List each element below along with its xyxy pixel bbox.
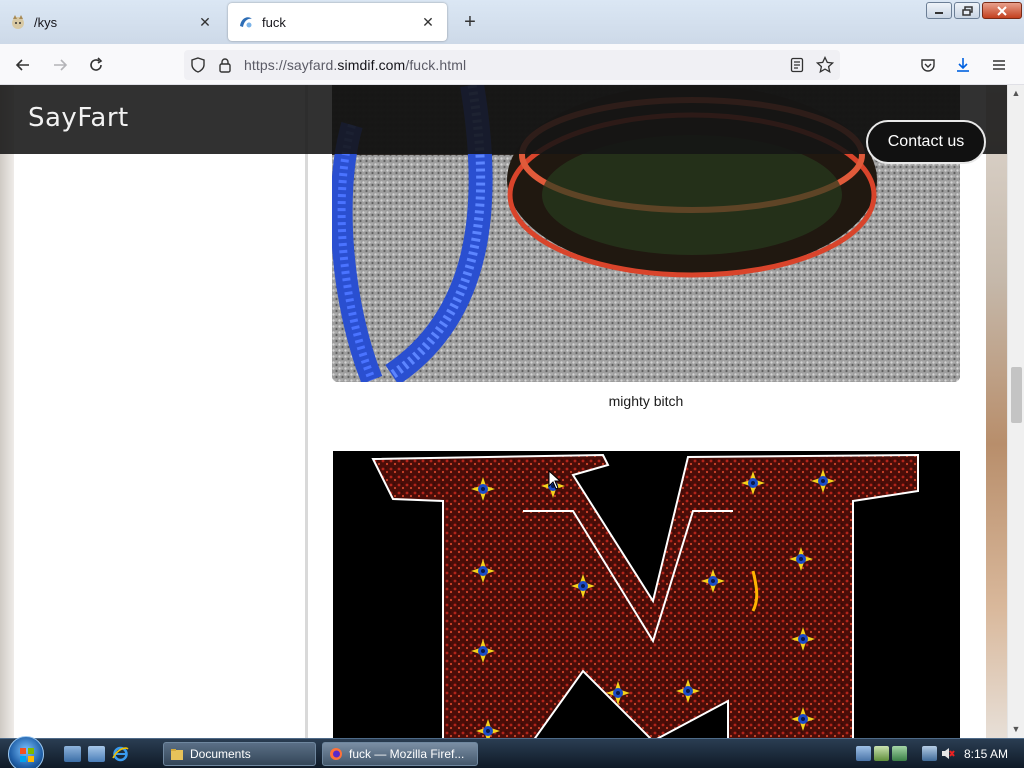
tab-title: fuck xyxy=(262,14,286,30)
tracking-shield-icon[interactable] xyxy=(190,57,206,76)
taskbar-item-documents[interactable]: Documents xyxy=(163,742,316,766)
site-favicon-icon xyxy=(238,14,254,30)
tray-network-icon[interactable] xyxy=(874,746,889,761)
window-close-icon[interactable] xyxy=(982,2,1022,19)
close-icon[interactable]: ✕ xyxy=(196,13,214,31)
scrollbar-thumb[interactable] xyxy=(1011,367,1022,423)
site-header: SayFart Contact us xyxy=(0,85,1007,164)
close-icon[interactable]: ✕ xyxy=(419,13,437,31)
start-orb-icon[interactable] xyxy=(8,736,44,768)
download-icon[interactable] xyxy=(950,52,976,78)
page-background-right xyxy=(986,85,1007,738)
reload-icon[interactable] xyxy=(83,52,109,78)
cat-favicon-icon xyxy=(10,14,26,30)
lock-icon[interactable] xyxy=(218,57,232,76)
main-content: mighty bitch xyxy=(308,85,986,738)
new-tab-plus-icon[interactable]: + xyxy=(458,10,482,34)
volume-muted-icon[interactable] xyxy=(940,746,955,761)
site-brand[interactable]: SayFart xyxy=(28,103,129,133)
window-controls xyxy=(926,2,1022,20)
left-column xyxy=(14,85,305,738)
url-prefix: https://sayfard. xyxy=(244,57,338,73)
address-bar[interactable]: https://sayfard.simdif.com/fuck.html xyxy=(184,50,840,80)
taskbar-item-label: Documents xyxy=(190,747,251,761)
vertical-scrollbar[interactable]: ▲ ▼ xyxy=(1007,85,1024,738)
tab-fuck[interactable]: fuck ✕ xyxy=(228,3,447,41)
tab-kys[interactable]: /kys ✕ xyxy=(0,3,224,41)
internet-explorer-icon[interactable] xyxy=(112,746,129,762)
url-text[interactable]: https://sayfard.simdif.com/fuck.html xyxy=(244,57,466,73)
tray-security-icon[interactable] xyxy=(892,746,907,761)
tray-monitor-icon[interactable] xyxy=(922,746,937,761)
letter-m-artwork xyxy=(333,451,960,738)
hamburger-menu-icon[interactable] xyxy=(986,52,1012,78)
taskbar-item-firefox[interactable]: fuck — Mozilla Firef... xyxy=(322,742,478,766)
back-arrow-icon[interactable] xyxy=(10,52,36,78)
page-background-left xyxy=(0,85,14,738)
tray-app-icon[interactable] xyxy=(856,746,871,761)
show-desktop-icon[interactable] xyxy=(64,746,81,762)
bookmark-star-icon[interactable] xyxy=(815,55,835,77)
forward-arrow-icon[interactable] xyxy=(47,52,73,78)
taskbar: Documents fuck — Mozilla Firef... 8:15 A… xyxy=(0,736,1024,768)
scroll-down-arrow-icon[interactable]: ▼ xyxy=(1011,724,1021,734)
minimize-icon[interactable] xyxy=(926,2,952,19)
url-domain: simdif.com xyxy=(337,57,406,73)
restore-icon[interactable] xyxy=(954,2,980,19)
clock[interactable]: 8:15 AM xyxy=(964,747,1008,761)
pocket-icon[interactable] xyxy=(915,52,941,78)
tab-strip: /kys ✕ fuck ✕ + xyxy=(0,0,1024,44)
nav-toolbar: https://sayfard.simdif.com/fuck.html xyxy=(0,44,1024,85)
url-path: /fuck.html xyxy=(405,57,467,73)
tab-title: /kys xyxy=(34,14,58,30)
taskbar-item-label: fuck — Mozilla Firef... xyxy=(349,747,465,761)
page-viewport: mighty bitch xyxy=(0,85,1007,738)
scroll-up-arrow-icon[interactable]: ▲ xyxy=(1011,88,1021,98)
reader-view-icon[interactable] xyxy=(790,57,804,76)
photo-caption: mighty bitch xyxy=(608,393,684,409)
folder-icon xyxy=(170,747,184,761)
switch-windows-icon[interactable] xyxy=(88,746,105,762)
firefox-icon xyxy=(329,747,343,761)
contact-us-button[interactable]: Contact us xyxy=(866,120,986,164)
